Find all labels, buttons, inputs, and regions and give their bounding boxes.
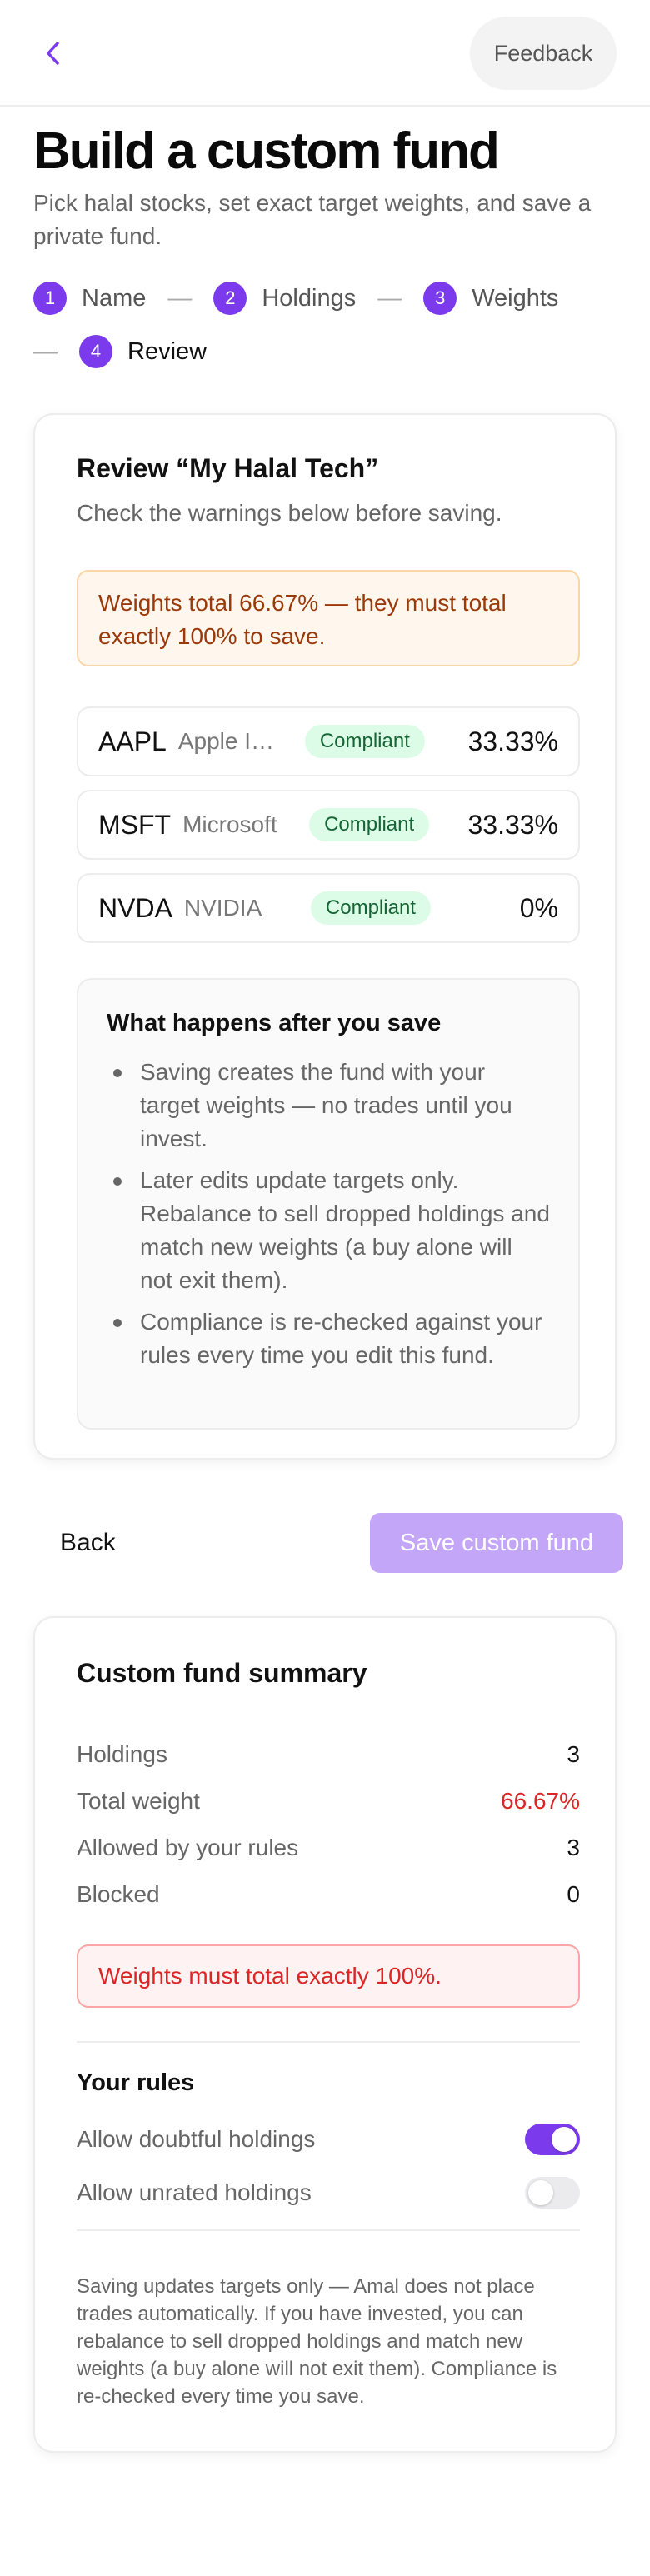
step-number: 3 [423, 282, 458, 315]
summary-row-holdings: Holdings 3 [77, 1738, 580, 1771]
step-separator: — [168, 284, 192, 312]
step-number: 1 [33, 282, 67, 315]
weights-warning: Weights total 66.67% — they must total e… [77, 570, 580, 666]
summary-title: Custom fund summary [77, 1658, 368, 1688]
review-card: Review “My Halal Tech” Check the warning… [33, 413, 617, 1460]
toggle-knob [552, 2127, 577, 2152]
compliance-badge: Compliant [304, 725, 425, 758]
rule-row-doubtful: Allow doubtful holdings [77, 2121, 580, 2158]
save-custom-fund-button[interactable]: Save custom fund [370, 1513, 623, 1573]
review-title: Review “My Halal Tech” [77, 453, 379, 483]
top-bar: Feedback [0, 0, 650, 107]
page-title: Build a custom fund [33, 122, 500, 180]
summary-label: Allowed by your rules [77, 1835, 299, 1860]
compliance-badge: Compliant [309, 808, 430, 841]
rule-row-unrated: Allow unrated holdings [77, 2174, 580, 2211]
holding-row[interactable]: AAPL Apple Inc. Compliant 33.33% [77, 706, 580, 776]
chevron-left-icon [47, 42, 59, 65]
holding-ticker: AAPL [98, 726, 167, 756]
summary-card: Custom fund summary Holdings 3 Total wei… [33, 1616, 617, 2453]
summary-value: 3 [567, 1835, 580, 1860]
rules-title: Your rules [77, 2069, 195, 2096]
back-chevron-button[interactable] [33, 33, 73, 73]
list-item: Later edits update targets only. Rebalan… [107, 1164, 550, 1297]
step-holdings[interactable]: 2 Holdings [213, 282, 356, 315]
summary-label: Total weight [77, 1788, 200, 1814]
summary-label: Holdings [77, 1741, 168, 1767]
step-number: 2 [213, 282, 248, 315]
summary-value: 66.67% [501, 1788, 580, 1814]
feedback-button[interactable]: Feedback [470, 17, 617, 90]
step-number: 4 [79, 335, 112, 368]
holding-row[interactable]: NVDA NVIDIA Compliant 0% [77, 873, 580, 943]
page-subtitle: Pick halal stocks, set exact target weig… [33, 190, 592, 249]
step-separator: — [33, 337, 58, 365]
list-item: Saving creates the fund with your target… [107, 1056, 550, 1156]
holding-name: Apple Inc. [178, 728, 280, 754]
rule-label: Allow doubtful holdings [77, 2126, 316, 2152]
back-button[interactable]: Back [33, 1513, 142, 1573]
allow-doubtful-toggle[interactable] [525, 2124, 580, 2155]
stepper-row: — 4 Review [33, 333, 633, 370]
holding-name: Microsoft [182, 811, 278, 837]
holding-weight: 33.33% [468, 809, 558, 840]
compliance-badge: Compliant [310, 891, 431, 925]
summary-label: Blocked [77, 1881, 160, 1907]
after-save-title: What happens after you save [107, 1010, 442, 1036]
stepper: 1 Name — 2 Holdings — 3 Weights — 4 Revi… [33, 280, 633, 370]
step-label: Holdings [262, 284, 357, 312]
step-name[interactable]: 1 Name [33, 282, 146, 315]
review-subtitle: Check the warnings below before saving. [77, 500, 502, 526]
toggle-knob [528, 2180, 553, 2205]
step-review[interactable]: 4 Review [79, 335, 207, 368]
step-weights[interactable]: 3 Weights [423, 282, 558, 315]
divider [77, 2041, 580, 2043]
summary-row-total-weight: Total weight 66.67% [77, 1785, 580, 1818]
holding-ticker: NVDA [98, 892, 172, 923]
divider [77, 2229, 580, 2231]
stepper-row: 1 Name — 2 Holdings — 3 Weights [33, 280, 633, 317]
holding-row[interactable]: MSFT Microsoft Compliant 33.33% [77, 790, 580, 860]
summary-footnote: Saving updates targets only — Amal does … [77, 2275, 558, 2408]
holding-ticker: MSFT [98, 809, 172, 840]
summary-value: 3 [567, 1741, 580, 1767]
holding-name: NVIDIA [183, 895, 262, 921]
step-separator: — [378, 284, 402, 312]
after-save-info: What happens after you save Saving creat… [77, 978, 580, 1430]
summary-row-allowed: Allowed by your rules 3 [77, 1831, 580, 1865]
allow-unrated-toggle[interactable] [525, 2177, 580, 2209]
holding-weight: 0% [519, 892, 558, 923]
step-label: Review [128, 337, 208, 365]
holding-weight: 33.33% [468, 726, 558, 756]
step-label: Weights [472, 284, 559, 312]
list-item: Compliance is re-checked against your ru… [107, 1305, 550, 1372]
rule-label: Allow unrated holdings [77, 2179, 312, 2205]
after-save-list: Saving creates the fund with your target… [107, 1056, 550, 1372]
step-label: Name [82, 284, 147, 312]
summary-row-blocked: Blocked 0 [77, 1878, 580, 1911]
summary-value: 0 [567, 1881, 580, 1907]
weights-error: Weights must total exactly 100%. [77, 1944, 580, 2008]
